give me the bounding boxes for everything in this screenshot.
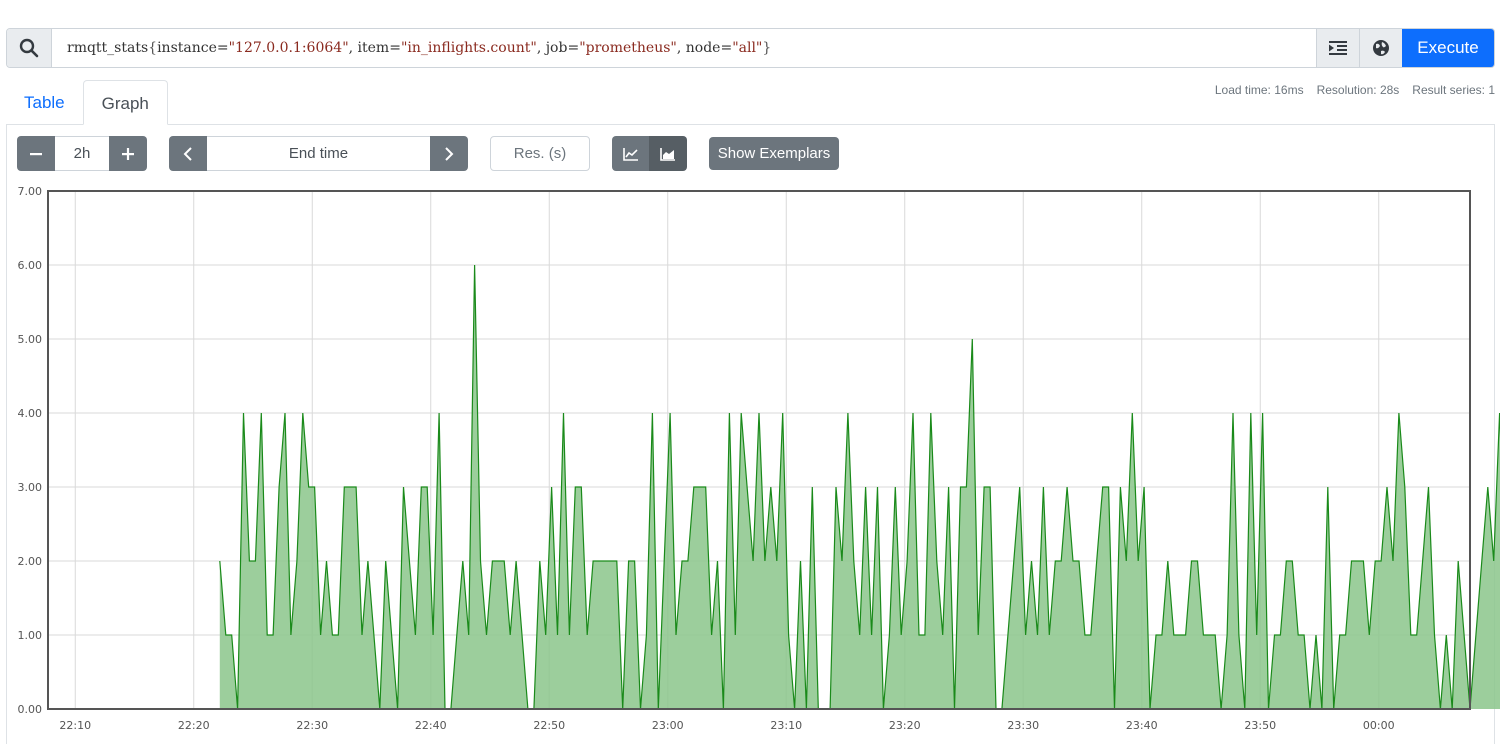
globe-icon xyxy=(1373,40,1389,56)
y-tick-label: 4.00 xyxy=(18,407,43,420)
load-time: Load time: 16ms xyxy=(1214,83,1304,97)
show-exemplars-button[interactable]: Show Exemplars xyxy=(709,137,839,170)
search-icon xyxy=(7,29,52,67)
x-tick-label: 23:50 xyxy=(1244,719,1276,732)
increase-range-button[interactable] xyxy=(109,136,147,171)
decrease-range-button[interactable] xyxy=(17,136,55,171)
query-stats: Load time: 16ms Resolution: 28s Result s… xyxy=(1215,83,1495,97)
query-metric: rmqtt_stats xyxy=(67,40,149,56)
end-time-control: End time xyxy=(169,136,468,171)
label-value: "all" xyxy=(732,40,763,56)
range-input[interactable]: 2h xyxy=(55,136,109,171)
plus-icon xyxy=(122,147,134,160)
line-chart-icon xyxy=(622,147,638,161)
x-tick-label: 23:20 xyxy=(889,719,921,732)
query-input[interactable]: rmqtt_stats{instance = "127.0.0.1:6064", i… xyxy=(52,29,1316,67)
x-tick-label: 22:40 xyxy=(415,719,447,732)
y-tick-label: 6.00 xyxy=(18,259,43,272)
label-key: job xyxy=(545,40,568,56)
tab-bar: Table Graph xyxy=(6,80,168,125)
stacked-chart-button[interactable] xyxy=(649,136,687,171)
x-tick-label: 23:30 xyxy=(1007,719,1039,732)
chevron-left-icon xyxy=(183,146,192,161)
y-tick-label: 7.00 xyxy=(18,185,43,198)
y-tick-label: 3.00 xyxy=(18,481,43,494)
x-tick-label: 22:20 xyxy=(178,719,210,732)
y-tick-label: 2.00 xyxy=(18,555,43,568)
resolution: Resolution: 28s xyxy=(1316,83,1400,97)
area-chart-icon xyxy=(660,147,675,161)
label-value: "127.0.0.1:6064" xyxy=(228,40,349,56)
label-value: "prometheus" xyxy=(579,40,677,56)
y-tick-label: 5.00 xyxy=(18,333,43,346)
x-tick-label: 22:30 xyxy=(296,719,328,732)
tab-table[interactable]: Table xyxy=(6,80,83,125)
execute-button[interactable]: Execute xyxy=(1402,29,1494,67)
query-bar: rmqtt_stats{instance = "127.0.0.1:6064", i… xyxy=(6,28,1495,68)
metrics-explorer-button[interactable] xyxy=(1359,29,1402,67)
minus-icon xyxy=(30,152,42,155)
graph-chart: 0.00 1.00 2.00 3.00 4.00 5.00 6.00 7.00 22:10 22:… xyxy=(18,185,1500,732)
next-time-button[interactable] xyxy=(430,136,468,171)
resolution-input[interactable]: Res. (s) xyxy=(490,136,590,171)
chart-type-toggle xyxy=(612,136,687,171)
label-value: "in_inflights.count" xyxy=(400,40,537,56)
chevron-right-icon xyxy=(445,146,454,161)
x-tick-label: 23:00 xyxy=(652,719,684,732)
indent-icon xyxy=(1329,41,1347,55)
label-key: item xyxy=(357,40,390,56)
result-series: Result series: 1 xyxy=(1412,83,1495,97)
y-tick-label: 0.00 xyxy=(18,703,43,716)
label-key: instance xyxy=(157,40,217,56)
x-tick-label: 22:50 xyxy=(533,719,565,732)
range-control: 2h xyxy=(17,136,147,171)
unstacked-chart-button[interactable] xyxy=(612,136,649,171)
x-tick-label: 22:10 xyxy=(59,719,91,732)
format-query-button[interactable] xyxy=(1316,29,1359,67)
tab-graph[interactable]: Graph xyxy=(82,80,168,125)
previous-time-button[interactable] xyxy=(169,136,207,171)
x-tick-label: 23:10 xyxy=(770,719,802,732)
x-tick-label: 23:40 xyxy=(1126,719,1158,732)
x-tick-label: 00:00 xyxy=(1363,719,1395,732)
y-tick-label: 1.00 xyxy=(18,629,43,642)
end-time-input[interactable]: End time xyxy=(207,136,430,171)
label-key: node xyxy=(685,40,721,56)
